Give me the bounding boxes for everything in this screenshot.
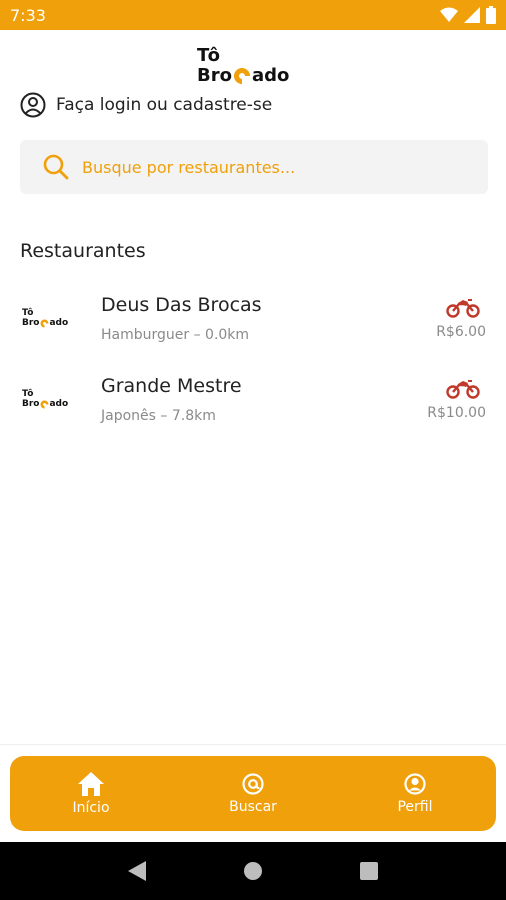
divider — [0, 744, 506, 745]
profile-icon — [404, 773, 426, 795]
nav-label: Buscar — [229, 799, 277, 815]
signal-icon — [464, 7, 480, 23]
delivery-fee: R$10.00 — [427, 405, 486, 421]
battery-icon — [486, 6, 496, 24]
logo-line2-right: ado — [251, 65, 290, 86]
logo-line1: Tô — [197, 45, 220, 66]
app-logo: Tô Bro ado — [196, 46, 314, 88]
restaurant-list: Tô Bro ado Deus Das Brocas Hamburguer – … — [0, 286, 506, 448]
logo-c-mark-icon — [233, 68, 250, 84]
search-input[interactable] — [82, 157, 462, 177]
status-bar: 7:33 — [0, 0, 506, 30]
delivery-fee: R$6.00 — [436, 324, 486, 340]
nav-item-inicio[interactable]: Início — [31, 771, 151, 816]
restaurant-logo: Tô Bro ado — [22, 308, 69, 328]
nav-label: Início — [72, 800, 110, 816]
logo-line2-left: Bro — [197, 65, 232, 86]
status-time: 7:33 — [10, 5, 46, 25]
section-title: Restaurantes — [20, 240, 146, 262]
back-icon[interactable] — [128, 861, 147, 881]
user-circle-icon — [20, 92, 46, 118]
nav-item-perfil[interactable]: Perfil — [355, 772, 475, 815]
login-text: Faça login ou cadastre-se — [56, 95, 273, 115]
restaurant-name: Deus Das Brocas — [101, 294, 262, 316]
restaurant-name: Grande Mestre — [101, 375, 242, 397]
logo-c-mark-icon — [40, 400, 49, 408]
recents-icon[interactable] — [359, 862, 378, 880]
search-icon — [43, 154, 69, 180]
home-button-icon[interactable] — [243, 861, 263, 881]
wifi-icon — [440, 7, 458, 22]
search-bar[interactable] — [20, 140, 488, 194]
restaurant-meta: Japonês – 7.8km — [101, 408, 216, 424]
home-icon — [78, 772, 104, 796]
system-nav-bar — [0, 842, 506, 900]
login-link[interactable]: Faça login ou cadastre-se — [20, 92, 272, 118]
restaurant-item[interactable]: Tô Bro ado Grande Mestre Japonês – 7.8km… — [0, 367, 506, 448]
nav-label: Perfil — [397, 799, 433, 815]
motorcycle-icon — [446, 380, 480, 399]
logo-line2: Bro ado — [197, 66, 289, 86]
logo-c-mark-icon — [40, 319, 49, 327]
restaurant-item[interactable]: Tô Bro ado Deus Das Brocas Hamburguer – … — [0, 286, 506, 367]
motorcycle-icon — [446, 299, 480, 318]
bottom-nav: Início Buscar Perfil — [10, 756, 496, 831]
restaurant-meta: Hamburguer – 0.0km — [101, 327, 250, 343]
at-search-icon — [242, 773, 264, 795]
nav-item-buscar[interactable]: Buscar — [193, 772, 313, 815]
restaurant-logo: Tô Bro ado — [22, 389, 69, 409]
status-icons — [440, 6, 496, 24]
